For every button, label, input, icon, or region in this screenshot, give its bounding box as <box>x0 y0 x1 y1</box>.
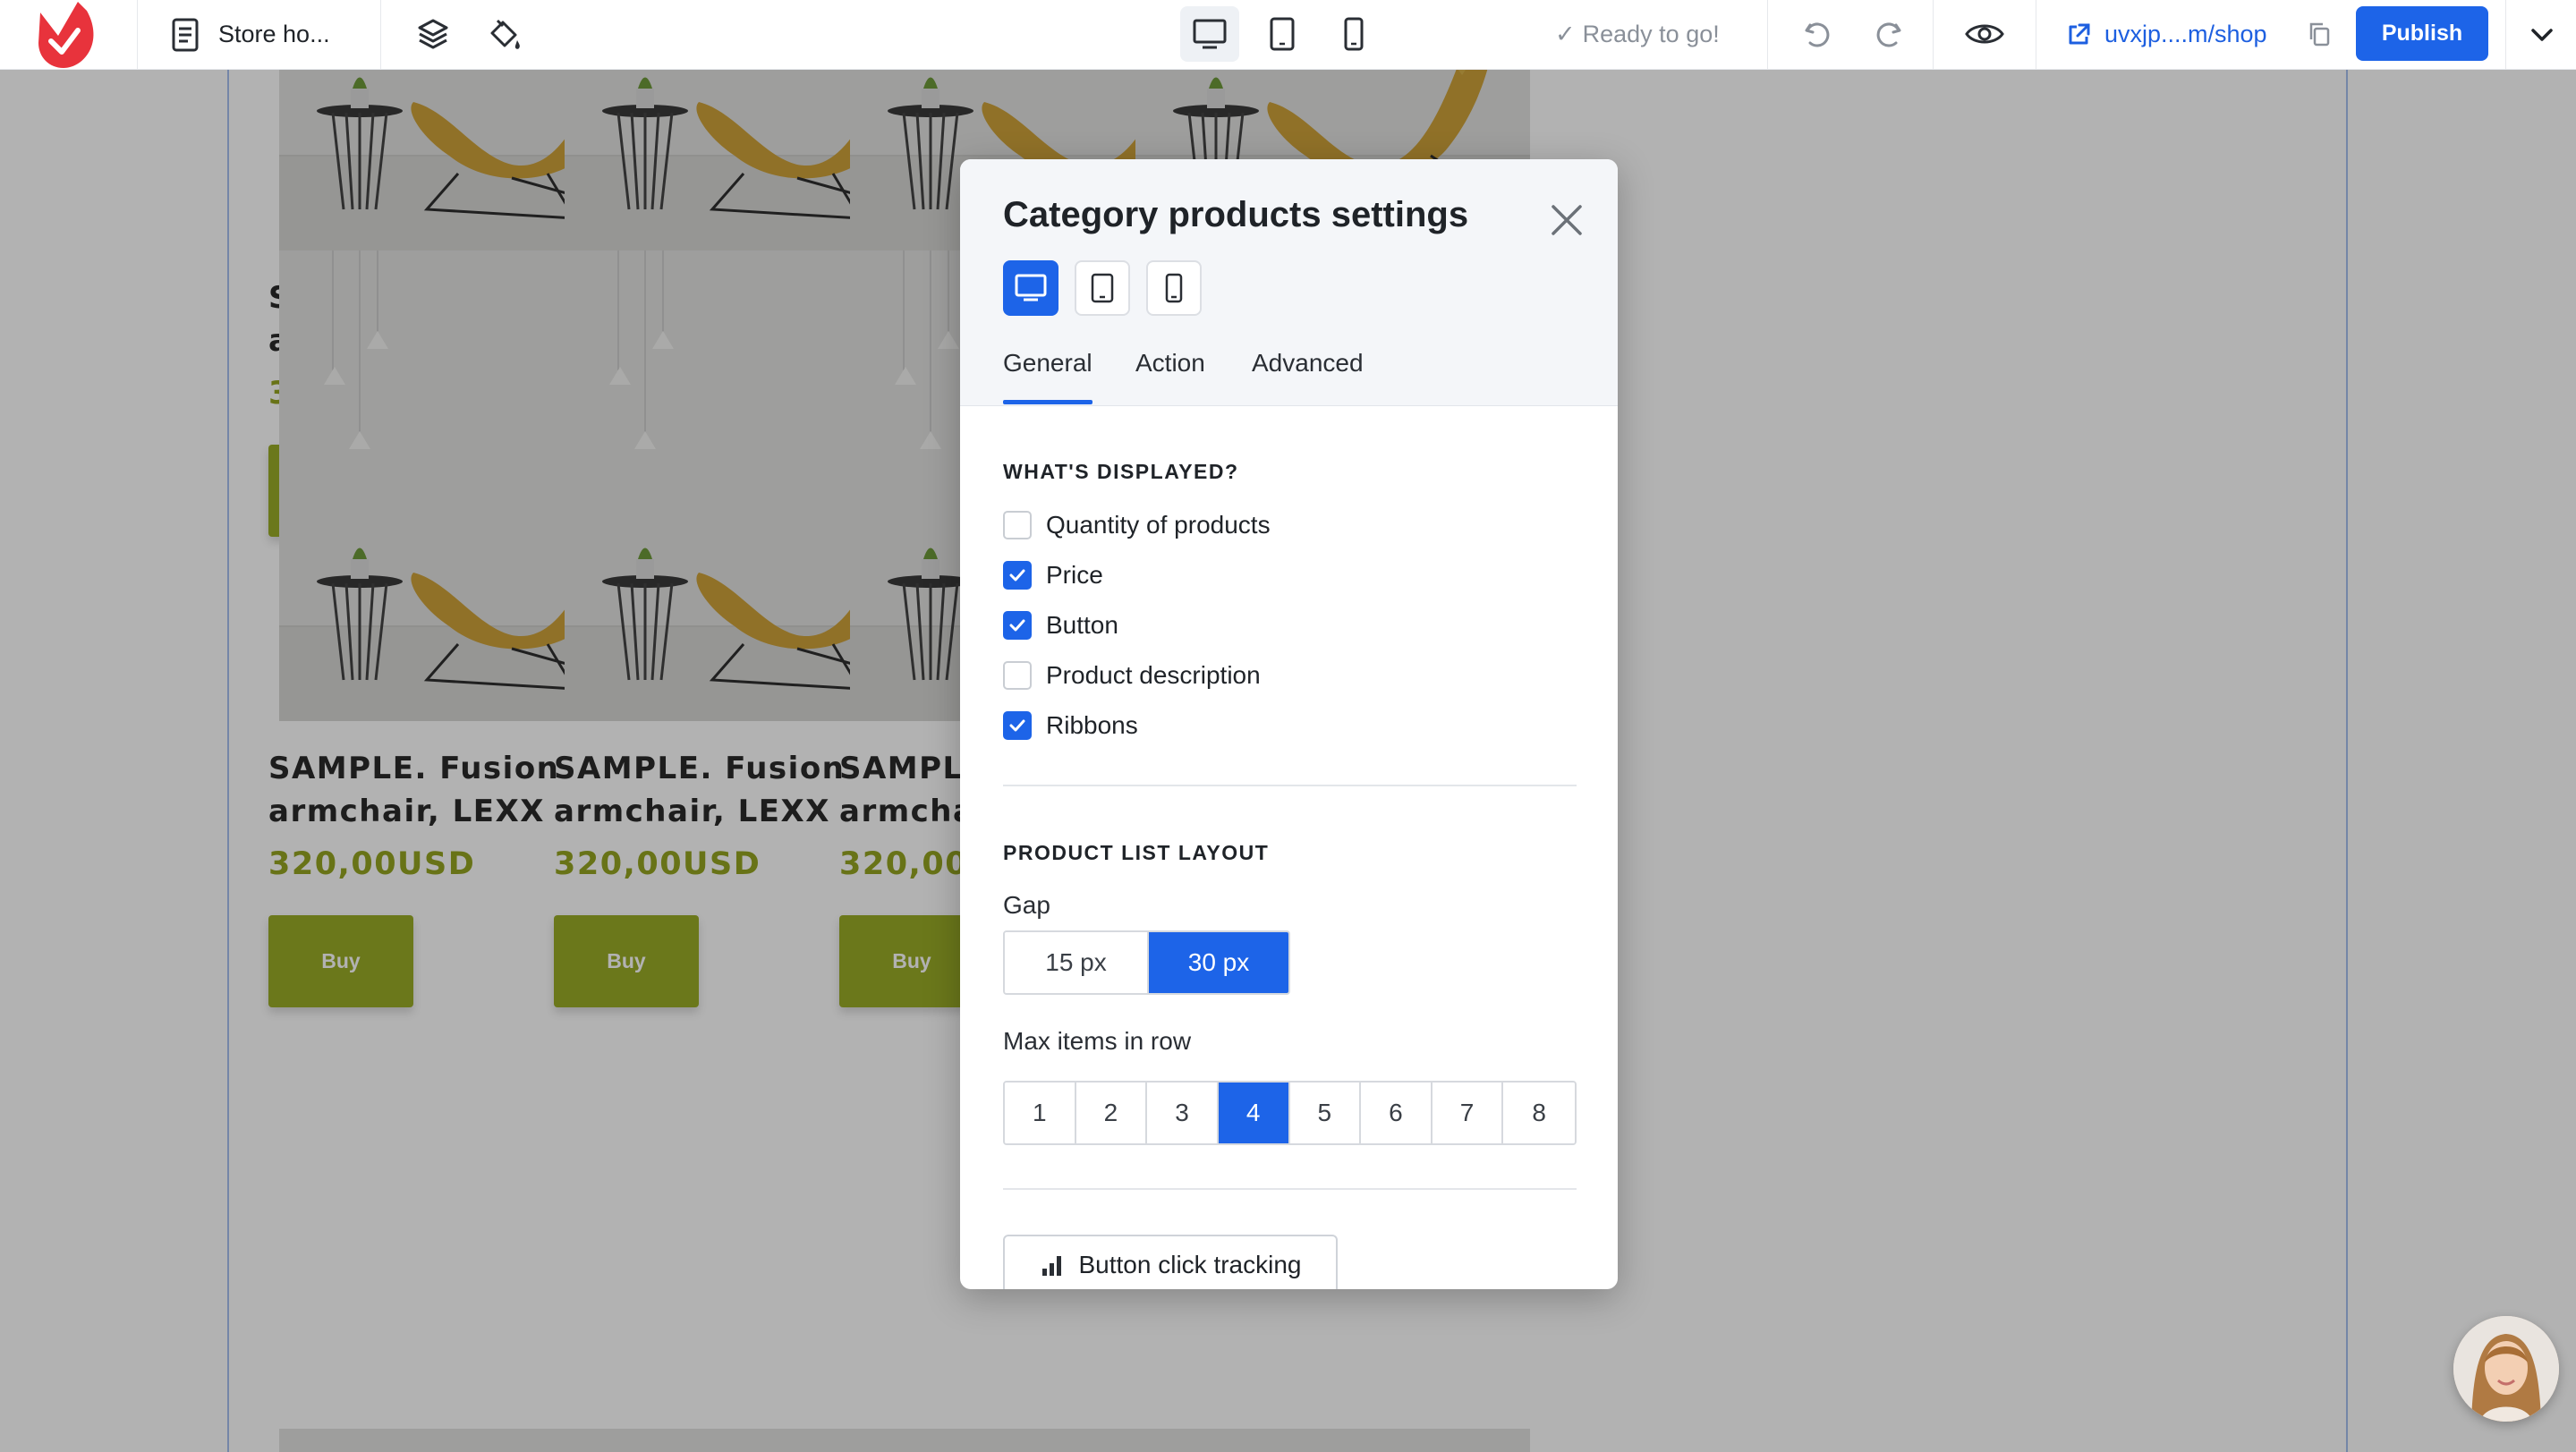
option-label: Price <box>1046 561 1103 589</box>
tab-general[interactable]: General <box>1003 349 1092 378</box>
support-chat-avatar[interactable] <box>2453 1316 2559 1422</box>
max-items-option[interactable]: 2 <box>1075 1083 1148 1143</box>
divider <box>1003 1188 1577 1190</box>
product-price: 320,00USD <box>268 846 476 882</box>
option-quantity-of-products[interactable]: Quantity of products <box>1003 511 1271 539</box>
dialog-mobile-button[interactable] <box>1146 260 1202 316</box>
page-name: Store ho... <box>218 21 330 47</box>
checkmark-icon <box>1009 719 1025 732</box>
desktop-icon <box>1193 19 1227 49</box>
max-items-label: Max items in row <box>1003 1027 1192 1055</box>
tracking-label: Button click tracking <box>1078 1251 1302 1278</box>
option-product-description[interactable]: Product description <box>1003 661 1261 690</box>
max-items-option[interactable]: 7 <box>1432 1083 1504 1143</box>
more-options-button[interactable] <box>2518 0 2566 69</box>
buy-button[interactable]: Buy <box>268 915 413 1007</box>
status-text: Ready to go! <box>1582 21 1720 47</box>
preview-button[interactable] <box>1955 6 2014 62</box>
product-card[interactable] <box>1098 1429 1530 1452</box>
design-button[interactable] <box>474 6 533 62</box>
publish-button[interactable]: Publish <box>2356 6 2488 61</box>
max-items-option[interactable]: 1 <box>1005 1083 1076 1143</box>
check-icon: ✓ <box>1555 21 1576 47</box>
paint-bucket-icon <box>490 19 520 49</box>
close-icon <box>1552 205 1582 235</box>
undo-icon <box>1805 22 1830 47</box>
active-tab-indicator <box>1003 400 1092 404</box>
divider <box>1003 785 1577 786</box>
layers-icon <box>418 19 448 49</box>
dialog-tablet-button[interactable] <box>1075 260 1130 316</box>
checkbox[interactable] <box>1003 661 1032 690</box>
mobile-icon <box>1165 273 1183 303</box>
eye-icon <box>1965 24 2004 44</box>
site-link[interactable]: uvxjp....m/shop <box>2065 0 2267 69</box>
close-button[interactable] <box>1542 195 1592 245</box>
option-label: Ribbons <box>1046 711 1138 739</box>
option-label: Product description <box>1046 661 1261 689</box>
undo-button[interactable] <box>1788 6 1847 62</box>
mobile-icon <box>1344 17 1364 51</box>
bar-chart-icon <box>1041 1256 1061 1276</box>
layout-section-heading: PRODUCT LIST LAYOUT <box>1003 841 1270 864</box>
product-image[interactable] <box>1135 1429 1530 1452</box>
tab-action[interactable]: Action <box>1135 349 1205 378</box>
button-click-tracking-button[interactable]: Button click tracking <box>1003 1235 1338 1289</box>
dialog-header: Category products settings General Actio… <box>960 159 1618 406</box>
layers-button[interactable] <box>404 6 463 62</box>
option-label: Quantity of products <box>1046 511 1271 539</box>
desktop-icon <box>1015 274 1047 301</box>
page-selector[interactable]: Store ho... <box>170 0 330 69</box>
checkbox[interactable] <box>1003 711 1032 740</box>
chevron-down-icon <box>2531 28 2553 41</box>
copy-link-button[interactable] <box>2303 18 2335 50</box>
max-items-option[interactable]: 5 <box>1289 1083 1362 1143</box>
option-ribbons[interactable]: Ribbons <box>1003 711 1138 740</box>
page-icon <box>172 18 199 51</box>
logo-icon[interactable] <box>27 0 107 69</box>
gap-option[interactable]: 30 px <box>1149 932 1288 993</box>
displayed-section-heading: WHAT'S DISPLAYED? <box>1003 460 1239 483</box>
gap-label: Gap <box>1003 891 1050 919</box>
top-toolbar: Store ho... ✓ Ready to go! uvxjp....m/sh… <box>0 0 2576 70</box>
option-price[interactable]: Price <box>1003 561 1103 590</box>
tablet-icon <box>1270 17 1295 51</box>
product-price: 320,00USD <box>554 846 761 882</box>
desktop-view-button[interactable] <box>1180 6 1239 62</box>
checkbox[interactable] <box>1003 611 1032 640</box>
save-status: ✓ Ready to go! <box>1555 0 1720 69</box>
max-items-option[interactable]: 4 <box>1218 1083 1290 1143</box>
max-items-option[interactable]: 6 <box>1361 1083 1433 1143</box>
checkbox[interactable] <box>1003 511 1032 539</box>
option-button[interactable]: Button <box>1003 611 1118 640</box>
checkmark-icon <box>1009 619 1025 632</box>
tab-advanced[interactable]: Advanced <box>1252 349 1364 378</box>
copy-icon <box>2309 22 2330 47</box>
max-items-option[interactable]: 3 <box>1147 1083 1219 1143</box>
gap-selector: 15 px 30 px <box>1003 930 1290 995</box>
tablet-icon <box>1091 273 1114 303</box>
category-products-settings-dialog: Category products settings General Actio… <box>960 159 1618 1289</box>
max-items-selector: 12345678 <box>1003 1081 1577 1145</box>
dialog-title: Category products settings <box>1003 195 1469 234</box>
buy-button[interactable]: Buy <box>554 915 699 1007</box>
site-url: uvxjp....m/shop <box>2104 21 2267 47</box>
redo-icon <box>1876 22 1901 47</box>
checkmark-icon <box>1009 569 1025 582</box>
external-link-icon <box>2069 23 2090 44</box>
mobile-view-button[interactable] <box>1324 6 1383 62</box>
max-items-option[interactable]: 8 <box>1503 1083 1575 1143</box>
tablet-view-button[interactable] <box>1253 6 1312 62</box>
gap-option[interactable]: 15 px <box>1005 932 1149 993</box>
redo-button[interactable] <box>1859 6 1918 62</box>
option-label: Button <box>1046 611 1118 639</box>
avatar-image <box>2453 1316 2559 1422</box>
checkbox[interactable] <box>1003 561 1032 590</box>
dialog-desktop-button[interactable] <box>1003 260 1058 316</box>
